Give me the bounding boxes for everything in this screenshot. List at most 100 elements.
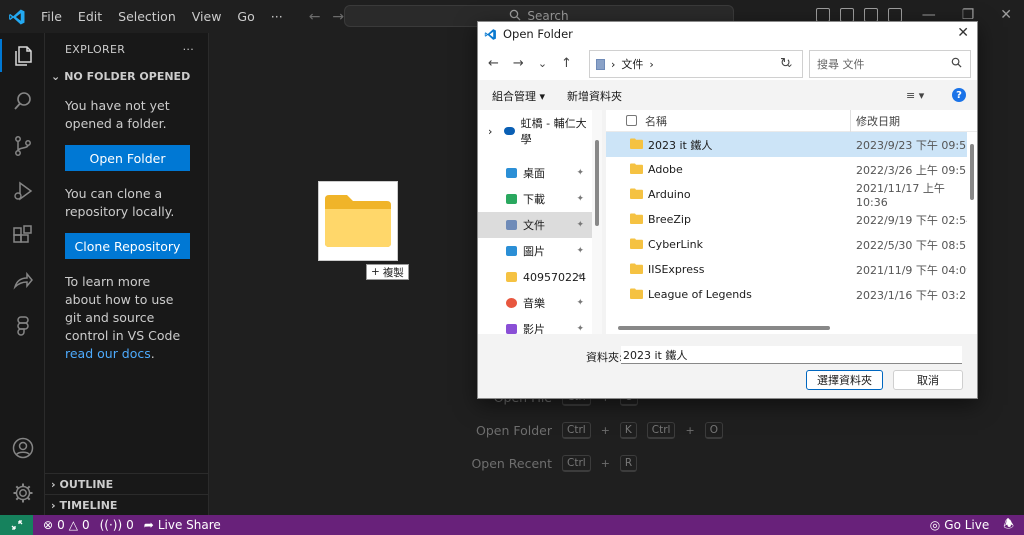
nav-item-label: 影片 <box>523 323 545 334</box>
sidebar-title: EXPLORER <box>65 42 126 56</box>
file-row[interactable]: League of Legends 2023/1/16 下午 03:28 <box>606 282 977 307</box>
back-arrow-icon[interactable]: ← <box>488 56 499 71</box>
no-folder-section-header[interactable]: ⌄ NO FOLDER OPENED <box>45 65 208 87</box>
folder-icon <box>630 213 643 227</box>
shortcut-key: O <box>704 422 723 439</box>
file-name: 2023 it 鐵人 <box>648 138 713 152</box>
live-share-status[interactable]: ➦ Live Share <box>144 518 221 532</box>
nav-item[interactable]: › 虹橋 - 輔仁大學 <box>478 116 592 146</box>
clone-repository-button[interactable]: Clone Repository <box>65 233 190 259</box>
file-row[interactable]: IISExpress 2021/11/9 下午 04:09 <box>606 257 977 282</box>
address-path[interactable]: 文件 <box>621 56 643 72</box>
column-modified-header[interactable]: 修改日期 <box>856 113 900 129</box>
nav-item-label: 虹橋 - 輔仁大學 <box>520 117 587 146</box>
folder-name-input[interactable]: 2023 it 鐵人 <box>621 346 962 364</box>
forward-arrow-icon[interactable]: → <box>332 9 344 25</box>
dialog-search-input[interactable]: 搜尋 文件 <box>809 50 971 78</box>
timeline-section-header[interactable]: › TIMELINE <box>45 494 209 516</box>
live-share-icon[interactable] <box>0 258 45 303</box>
dialog-close-icon[interactable]: ✕ <box>957 25 969 41</box>
remote-indicator-icon[interactable] <box>0 515 33 535</box>
file-name: IISExpress <box>648 263 705 276</box>
toggle-sidebar-icon[interactable] <box>816 8 830 22</box>
recent-chevron-icon[interactable]: ⌄ <box>538 57 547 70</box>
settings-gear-icon[interactable] <box>0 470 45 515</box>
plus-icon: + <box>371 266 380 278</box>
notifications-bell-icon[interactable]: 🕭 <box>1003 515 1014 535</box>
menu-selection[interactable]: Selection <box>110 9 184 24</box>
menu-file[interactable]: File <box>33 9 70 24</box>
file-row[interactable]: CyberLink 2022/5/30 下午 08:53 <box>606 232 977 257</box>
vscode-logo-icon <box>0 0 33 33</box>
select-folder-button[interactable]: 選擇資料夾 <box>806 370 883 390</box>
error-icon: ⊗ <box>43 518 54 532</box>
search-icon <box>951 57 962 71</box>
nav-item-label: 音樂 <box>523 297 545 310</box>
back-arrow-icon[interactable]: ← <box>309 9 321 25</box>
nav-item[interactable]: 圖片 ✦ <box>478 238 592 264</box>
shortcut-key: Ctrl <box>562 422 591 439</box>
new-folder-button[interactable]: 新增資料夾 <box>567 88 622 104</box>
nav-item[interactable]: 桌面 ✦ <box>478 160 592 186</box>
nav-item[interactable]: 文件 ✦ <box>478 212 592 238</box>
picture-icon <box>506 246 517 256</box>
toggle-panel-icon[interactable] <box>840 8 854 22</box>
up-arrow-icon[interactable]: ↑ <box>561 56 572 71</box>
file-row[interactable]: BreeZip 2022/9/19 下午 02:54 <box>606 207 977 232</box>
problems-indicator[interactable]: ⊗ 0 △ 0 <box>43 518 90 532</box>
nav-item[interactable]: 409570224 ✦ <box>478 264 592 290</box>
live-share-label: Live Share <box>157 518 221 532</box>
window-close-icon[interactable]: ✕ <box>1000 7 1012 23</box>
cancel-button[interactable]: 取消 <box>893 370 963 390</box>
select-all-checkbox[interactable] <box>626 115 637 126</box>
nav-scrollbar[interactable] <box>592 110 602 334</box>
view-options-icon[interactable]: ≡ ▾ <box>906 89 924 102</box>
source-control-icon[interactable] <box>0 123 45 168</box>
organize-button[interactable]: 組合管理 ▾ <box>492 88 545 104</box>
figma-icon[interactable] <box>0 303 45 348</box>
menu-go[interactable]: Go <box>229 9 262 24</box>
dialog-title: Open Folder <box>503 27 573 41</box>
file-name: CyberLink <box>648 238 703 251</box>
section-title: NO FOLDER OPENED <box>64 69 191 83</box>
address-bar[interactable]: › 文件 › ⌄ <box>589 50 803 78</box>
nav-item[interactable]: 下載 ✦ <box>478 186 592 212</box>
drag-folder-preview <box>318 181 398 261</box>
file-list-vscrollbar[interactable] <box>967 132 977 322</box>
menu-more-button[interactable]: ··· <box>263 9 291 24</box>
extensions-icon[interactable] <box>0 213 45 258</box>
views-more-button[interactable]: ··· <box>183 43 194 56</box>
learn-more-text: To learn more about how to use git and s… <box>65 273 190 363</box>
nav-item[interactable]: 影片 ✦ <box>478 316 592 334</box>
outline-title: OUTLINE <box>59 478 114 491</box>
column-name-header[interactable]: 名稱 <box>645 113 845 129</box>
accounts-icon[interactable] <box>0 425 45 470</box>
go-live-button[interactable]: ◎ Go Live <box>930 518 989 532</box>
expand-chevron-icon[interactable]: › <box>488 125 492 138</box>
refresh-icon[interactable]: ↻ <box>780 56 791 71</box>
read-docs-link[interactable]: read our docs <box>65 346 151 361</box>
file-list-header: 名稱 修改日期 <box>606 110 977 132</box>
help-icon[interactable]: ? <box>952 88 966 102</box>
shortcut-label: Open Recent <box>471 456 552 471</box>
menu-view[interactable]: View <box>184 9 230 24</box>
file-modified-date: 2022/9/19 下午 02:54 <box>856 213 974 227</box>
path-separator-icon: › <box>649 57 654 71</box>
open-folder-button[interactable]: Open Folder <box>65 145 190 171</box>
file-row[interactable]: Adobe 2022/3/26 上午 09:53 <box>606 157 977 182</box>
file-row[interactable]: Arduino 2021/11/17 上午 10:36 <box>606 182 977 209</box>
forward-arrow-icon[interactable]: → <box>513 56 524 71</box>
ports-indicator[interactable]: ((·)) 0 <box>100 518 134 532</box>
file-row[interactable]: 2023 it 鐵人 2023/9/23 下午 09:57 <box>606 132 977 157</box>
run-debug-icon[interactable] <box>0 168 45 213</box>
nav-item-label: 圖片 <box>523 245 545 258</box>
outline-section-header[interactable]: › OUTLINE <box>45 473 209 495</box>
file-list-hscrollbar[interactable] <box>618 326 830 330</box>
timeline-title: TIMELINE <box>59 499 118 512</box>
search-view-icon[interactable] <box>0 78 45 123</box>
explorer-icon[interactable] <box>0 33 45 78</box>
toggle-secondary-sidebar-icon[interactable] <box>864 8 878 22</box>
nav-item[interactable]: 音樂 ✦ <box>478 290 592 316</box>
customize-layout-icon[interactable] <box>888 8 902 22</box>
menu-edit[interactable]: Edit <box>70 9 110 24</box>
